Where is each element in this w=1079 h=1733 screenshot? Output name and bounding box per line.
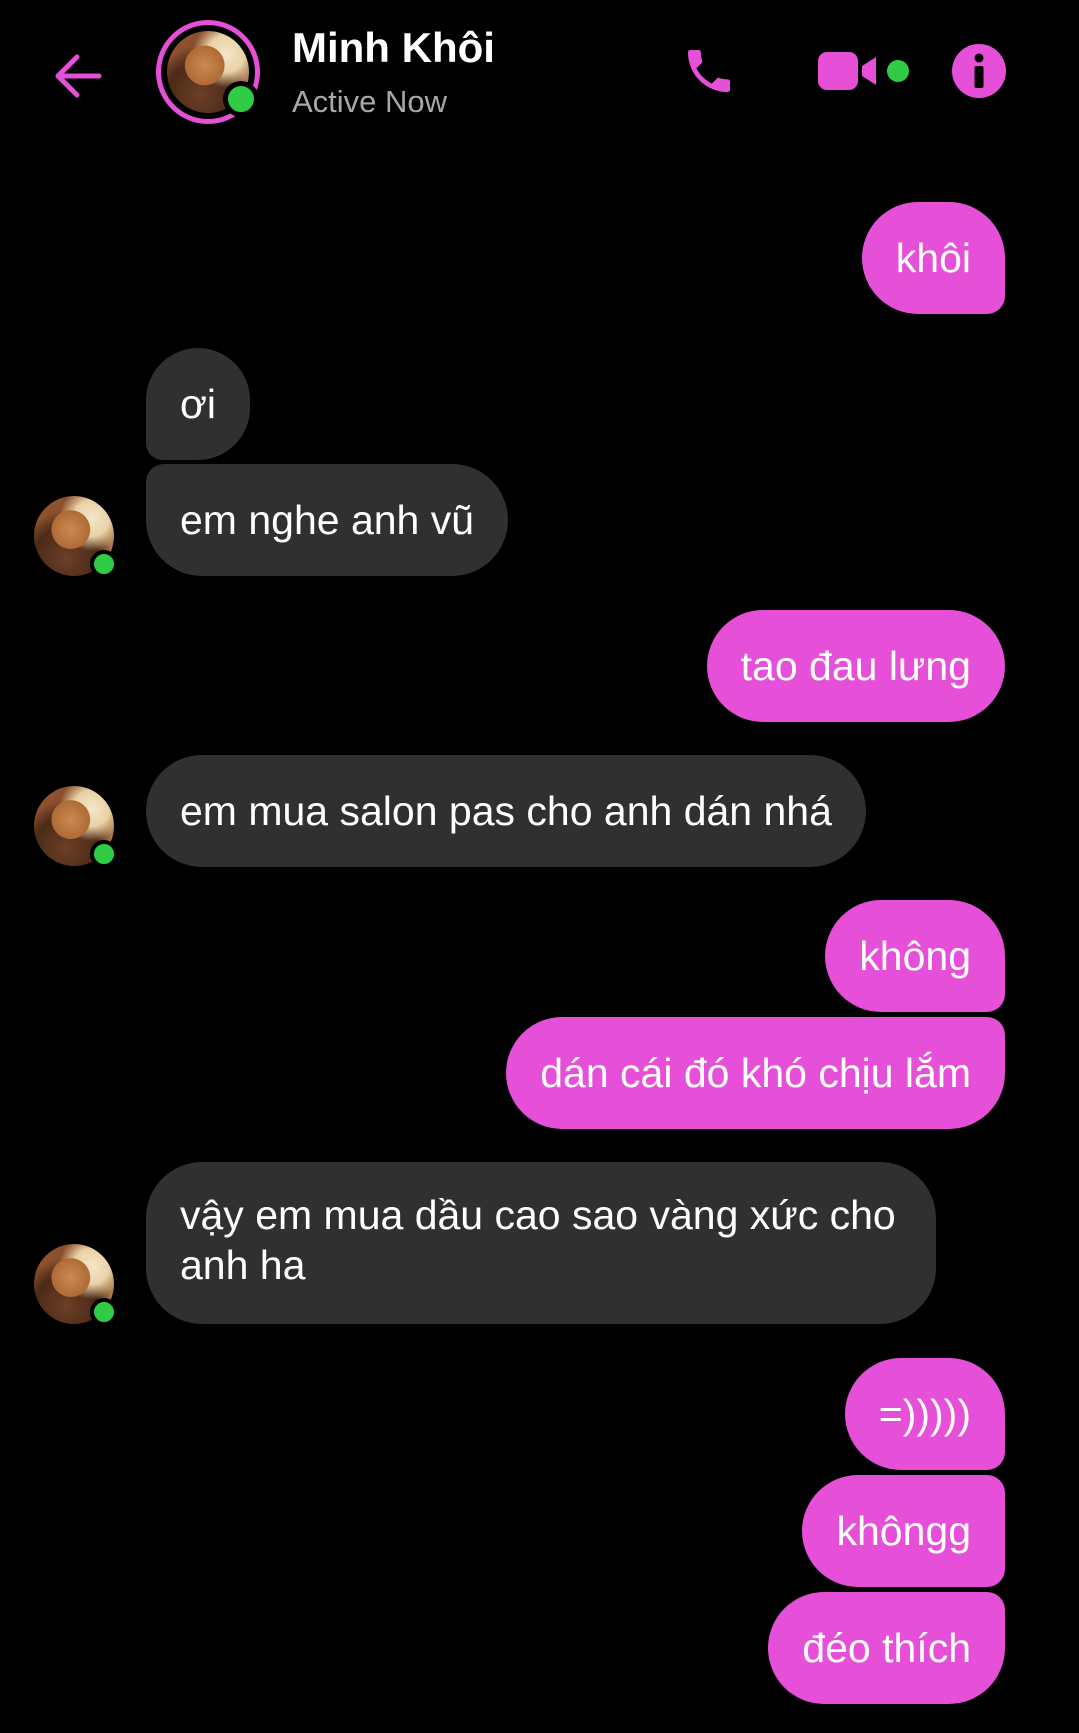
online-indicator xyxy=(90,840,118,868)
message-sent[interactable]: khôi xyxy=(861,202,1005,314)
back-button[interactable] xyxy=(50,44,106,108)
message-received[interactable]: em mua salon pas cho anh dán nhá xyxy=(146,755,866,867)
online-indicator xyxy=(90,550,118,578)
message-sent[interactable]: khôngg xyxy=(802,1475,1005,1587)
message-received[interactable]: ơi xyxy=(146,348,250,460)
info-icon xyxy=(952,44,1006,98)
phone-icon xyxy=(688,50,730,92)
sender-avatar[interactable] xyxy=(34,496,118,578)
online-indicator xyxy=(223,81,259,117)
arrow-left-icon xyxy=(55,54,102,98)
message-sent[interactable]: không xyxy=(825,900,1005,1012)
info-button[interactable] xyxy=(948,40,1010,102)
sender-avatar[interactable] xyxy=(34,786,118,868)
message-sent[interactable]: tao đau lưng xyxy=(706,610,1005,722)
call-button[interactable] xyxy=(676,38,742,104)
contact-name[interactable]: Minh Khôi xyxy=(292,24,495,72)
chat-header: Minh Khôi Active Now xyxy=(0,0,1079,150)
message-sent[interactable]: đéo thích xyxy=(768,1592,1005,1704)
video-call-button[interactable] xyxy=(808,44,888,98)
video-camera-icon xyxy=(818,52,876,90)
contact-avatar[interactable] xyxy=(156,20,260,124)
contact-status: Active Now xyxy=(292,84,448,119)
sender-avatar[interactable] xyxy=(34,1244,118,1326)
message-received[interactable]: em nghe anh vũ xyxy=(146,464,509,576)
video-active-indicator xyxy=(887,60,909,82)
message-received[interactable]: vậy em mua dầu cao sao vàng xức cho anh … xyxy=(146,1162,936,1324)
message-sent[interactable]: dán cái đó khó chịu lắm xyxy=(506,1017,1005,1129)
message-sent[interactable]: =))))) xyxy=(844,1358,1005,1470)
online-indicator xyxy=(90,1298,118,1326)
